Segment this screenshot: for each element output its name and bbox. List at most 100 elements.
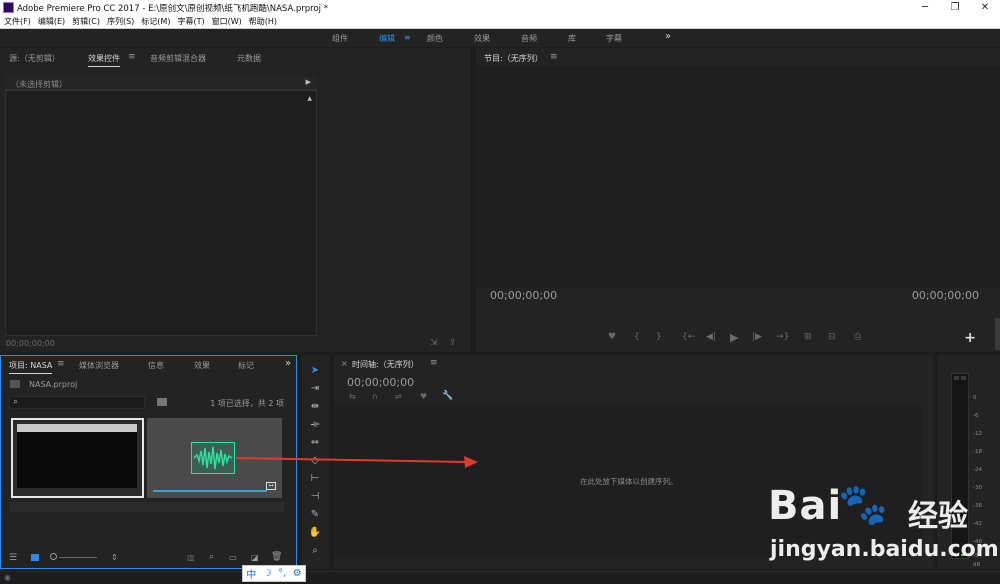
- menu-marker[interactable]: 标记(M): [137, 16, 173, 27]
- ime-settings-icon[interactable]: ⚙: [293, 568, 302, 579]
- mark-out-icon[interactable]: }: [656, 332, 662, 342]
- minimize-button[interactable]: ─: [910, 0, 940, 15]
- tab-markers[interactable]: 标记: [238, 360, 254, 371]
- go-to-out-icon[interactable]: →}: [776, 332, 789, 342]
- effect-controls-menu-icon[interactable]: ≡: [128, 52, 136, 62]
- project-menu-icon[interactable]: ≡: [57, 359, 65, 369]
- source-tabstrip: 源:（无剪辑） 效果控件 ≡ 音频剪辑混合器 元数据: [0, 48, 471, 67]
- menu-edit[interactable]: 编辑(E): [34, 16, 68, 27]
- workspace-color[interactable]: 颜色: [427, 33, 443, 44]
- project-more-button[interactable]: »: [285, 358, 291, 369]
- ripple-edit-tool-icon[interactable]: ⇹: [307, 399, 323, 413]
- menu-file[interactable]: 文件(F): [0, 16, 34, 27]
- close-window-button[interactable]: ✕: [970, 0, 1000, 15]
- slip-tool-icon[interactable]: ⊢: [307, 471, 323, 485]
- tab-program[interactable]: 节目:（无序列）: [484, 53, 543, 64]
- new-bin-icon[interactable]: ▭: [229, 553, 237, 562]
- pen-tool-icon[interactable]: ✎: [307, 507, 323, 521]
- tab-project[interactable]: 项目: NASA: [9, 360, 53, 374]
- trash-icon[interactable]: 🗑: [271, 552, 282, 562]
- nest-toggle-icon[interactable]: ⇆: [349, 392, 356, 401]
- right-scrollbar[interactable]: [995, 318, 1000, 350]
- scroll-up-arrow-icon[interactable]: ▲: [307, 95, 312, 102]
- zoom-slider[interactable]: [50, 553, 98, 562]
- tab-timeline[interactable]: 时间轴:（无序列）: [352, 359, 419, 370]
- hand-tool-icon[interactable]: ✋: [307, 525, 323, 539]
- lift-icon[interactable]: ⊞: [804, 332, 812, 342]
- tab-effects[interactable]: 效果: [194, 360, 210, 371]
- annotation-arrow: [235, 456, 478, 468]
- go-to-in-icon[interactable]: {←: [682, 332, 695, 342]
- new-item-icon[interactable]: ◪: [251, 553, 259, 562]
- timeline-menu-icon[interactable]: ≡: [430, 358, 438, 368]
- tab-info[interactable]: 信息: [148, 360, 164, 371]
- project-tabstrip: 项目: NASA ≡ 媒体浏览器 信息 效果 标记 »: [1, 356, 296, 374]
- play-icon[interactable]: ▶: [730, 331, 738, 344]
- add-marker-timeline-icon[interactable]: ♥: [420, 392, 427, 401]
- thumbnail-video-clip[interactable]: [11, 418, 144, 498]
- timeline-timecode: 00;00;00;00: [347, 376, 415, 389]
- ime-moon-icon[interactable]: ☽: [263, 568, 272, 579]
- workspace-titles[interactable]: 字幕: [606, 33, 622, 44]
- rolling-edit-tool-icon[interactable]: ⟛: [307, 417, 323, 431]
- export-icon[interactable]: ⇪: [449, 338, 457, 348]
- workspace-libraries[interactable]: 库: [568, 33, 576, 44]
- find-icon[interactable]: ⌕: [209, 552, 214, 562]
- meter-tick: -18: [973, 449, 982, 455]
- tab-metadata[interactable]: 元数据: [237, 53, 261, 64]
- ime-chinese-mode[interactable]: 中: [246, 566, 256, 581]
- workspace-effects[interactable]: 效果: [474, 33, 490, 44]
- menu-sequence[interactable]: 序列(S): [103, 16, 137, 27]
- expand-arrow-icon[interactable]: ▶: [306, 78, 311, 86]
- track-select-tool-icon[interactable]: ⇥: [307, 381, 323, 395]
- workspace-audio[interactable]: 音频: [521, 33, 537, 44]
- menu-window[interactable]: 窗口(W): [208, 16, 245, 27]
- step-back-icon[interactable]: ◀|: [706, 332, 716, 342]
- watermark-bai: Bai: [768, 483, 843, 529]
- camera-icon[interactable]: ⎙: [854, 332, 861, 342]
- zoom-slider-track: [59, 557, 97, 558]
- project-search-input[interactable]: ⌕: [9, 396, 145, 409]
- tab-audio-clip-mixer[interactable]: 音频剪辑混合器: [150, 53, 206, 64]
- maximize-button[interactable]: ❐: [940, 0, 970, 15]
- timeline-close-button[interactable]: ×: [341, 359, 348, 368]
- sort-icon[interactable]: ⇕: [111, 553, 118, 562]
- tab-effect-controls[interactable]: 效果控件: [88, 53, 120, 67]
- workspace-assembly[interactable]: 组件: [332, 33, 348, 44]
- add-marker-icon[interactable]: ♥: [608, 332, 616, 342]
- extract-icon[interactable]: ⊟: [828, 332, 836, 342]
- list-view-icon[interactable]: ☰: [9, 553, 17, 563]
- new-search-bin-icon[interactable]: [157, 398, 167, 406]
- workspace-menu-icon[interactable]: ≡: [404, 33, 411, 42]
- zoom-slider-handle[interactable]: [50, 553, 57, 560]
- tab-source[interactable]: 源:（无剪辑）: [9, 53, 60, 64]
- selection-tool-icon[interactable]: ➤: [307, 363, 323, 377]
- search-icon: ⌕: [13, 397, 19, 407]
- menu-help[interactable]: 帮助(H): [245, 16, 280, 27]
- filter-icon[interactable]: ⇲: [430, 338, 438, 348]
- workspace-bar: 组件 编辑 ≡ 颜色 效果 音频 库 字幕 »: [0, 29, 1000, 47]
- mark-in-icon[interactable]: {: [634, 332, 640, 342]
- linked-selection-icon[interactable]: ⇌: [395, 392, 402, 401]
- timeline-settings-wrench-icon[interactable]: 🔧: [442, 391, 453, 401]
- menu-title[interactable]: 字幕(T): [173, 16, 207, 27]
- icon-view-icon[interactable]: [31, 554, 39, 561]
- zoom-tool-icon[interactable]: ⌕: [307, 543, 323, 557]
- workspace-editing[interactable]: 编辑: [379, 33, 395, 44]
- snap-icon[interactable]: ∩: [372, 392, 378, 401]
- step-forward-icon[interactable]: |▶: [752, 332, 762, 342]
- program-monitor: 节目:（无序列） ≡ 00;00;00;00 00;00;00;00 ♥ { }…: [476, 48, 1000, 352]
- timeline-tabstrip: × 时间轴:（无序列） ≡: [334, 355, 934, 373]
- program-menu-icon[interactable]: ≡: [550, 52, 558, 62]
- workspace-more-button[interactable]: »: [665, 31, 671, 42]
- audio-waveform-icon: [191, 442, 235, 474]
- slide-tool-icon[interactable]: ⊣: [307, 489, 323, 503]
- automate-icon[interactable]: ▥: [187, 553, 195, 562]
- meter-tick: 0: [973, 395, 977, 401]
- menu-clip[interactable]: 剪辑(C): [68, 16, 103, 27]
- rate-stretch-tool-icon[interactable]: ⇔: [307, 435, 323, 449]
- ime-punctuation-icon[interactable]: °,: [278, 568, 286, 579]
- tab-media-browser[interactable]: 媒体浏览器: [79, 360, 119, 371]
- add-button[interactable]: +: [964, 330, 976, 346]
- title-bar: Adobe Premiere Pro CC 2017 - E:\原创文\原创视频…: [0, 0, 1000, 15]
